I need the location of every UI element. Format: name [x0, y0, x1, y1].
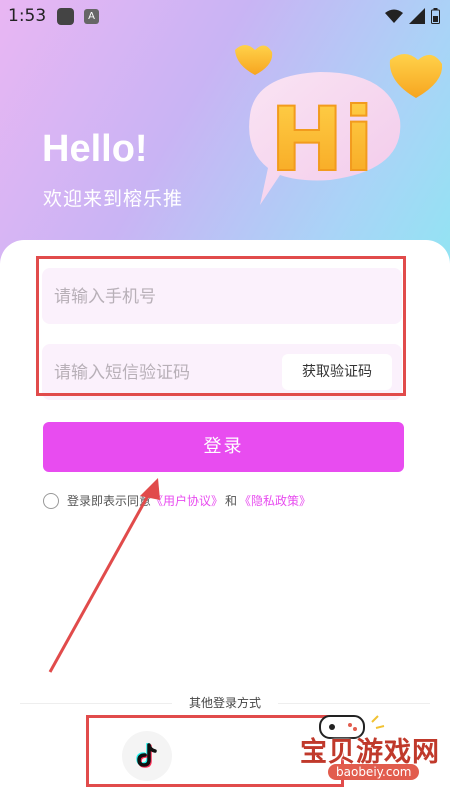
hi-illustration: Hi — [235, 45, 443, 205]
battery-icon — [431, 8, 440, 24]
status-bar: 1:53 A — [0, 0, 450, 32]
agreement-prefix: 登录即表示同意 — [67, 494, 152, 508]
hello-heading: Hello! — [42, 128, 148, 170]
welcome-text: 欢迎来到榕乐推 — [43, 188, 184, 210]
system-icons — [385, 8, 440, 24]
agreement-and: 和 — [225, 494, 238, 508]
agreement-checkbox[interactable] — [43, 492, 59, 509]
status-time: 1:53 — [8, 6, 47, 26]
signal-icon — [409, 8, 425, 24]
wifi-icon — [385, 9, 403, 23]
login-button[interactable]: 登录 — [43, 422, 404, 472]
agreement-row: 登录即表示同意 《用户协议》 和 《隐私政策》 — [43, 492, 311, 509]
user-agreement-link[interactable]: 《用户协议》 — [151, 492, 223, 509]
annotation-box-form — [36, 256, 406, 396]
app-letter-icon: A — [84, 9, 99, 24]
other-login-label: 其他登录方式 — [188, 696, 261, 710]
app-notification-icon — [57, 8, 74, 25]
privacy-policy-link[interactable]: 《隐私政策》 — [239, 492, 311, 509]
watermark-url: baobeiy.com — [328, 764, 420, 780]
hi-art-text: Hi — [270, 88, 374, 191]
